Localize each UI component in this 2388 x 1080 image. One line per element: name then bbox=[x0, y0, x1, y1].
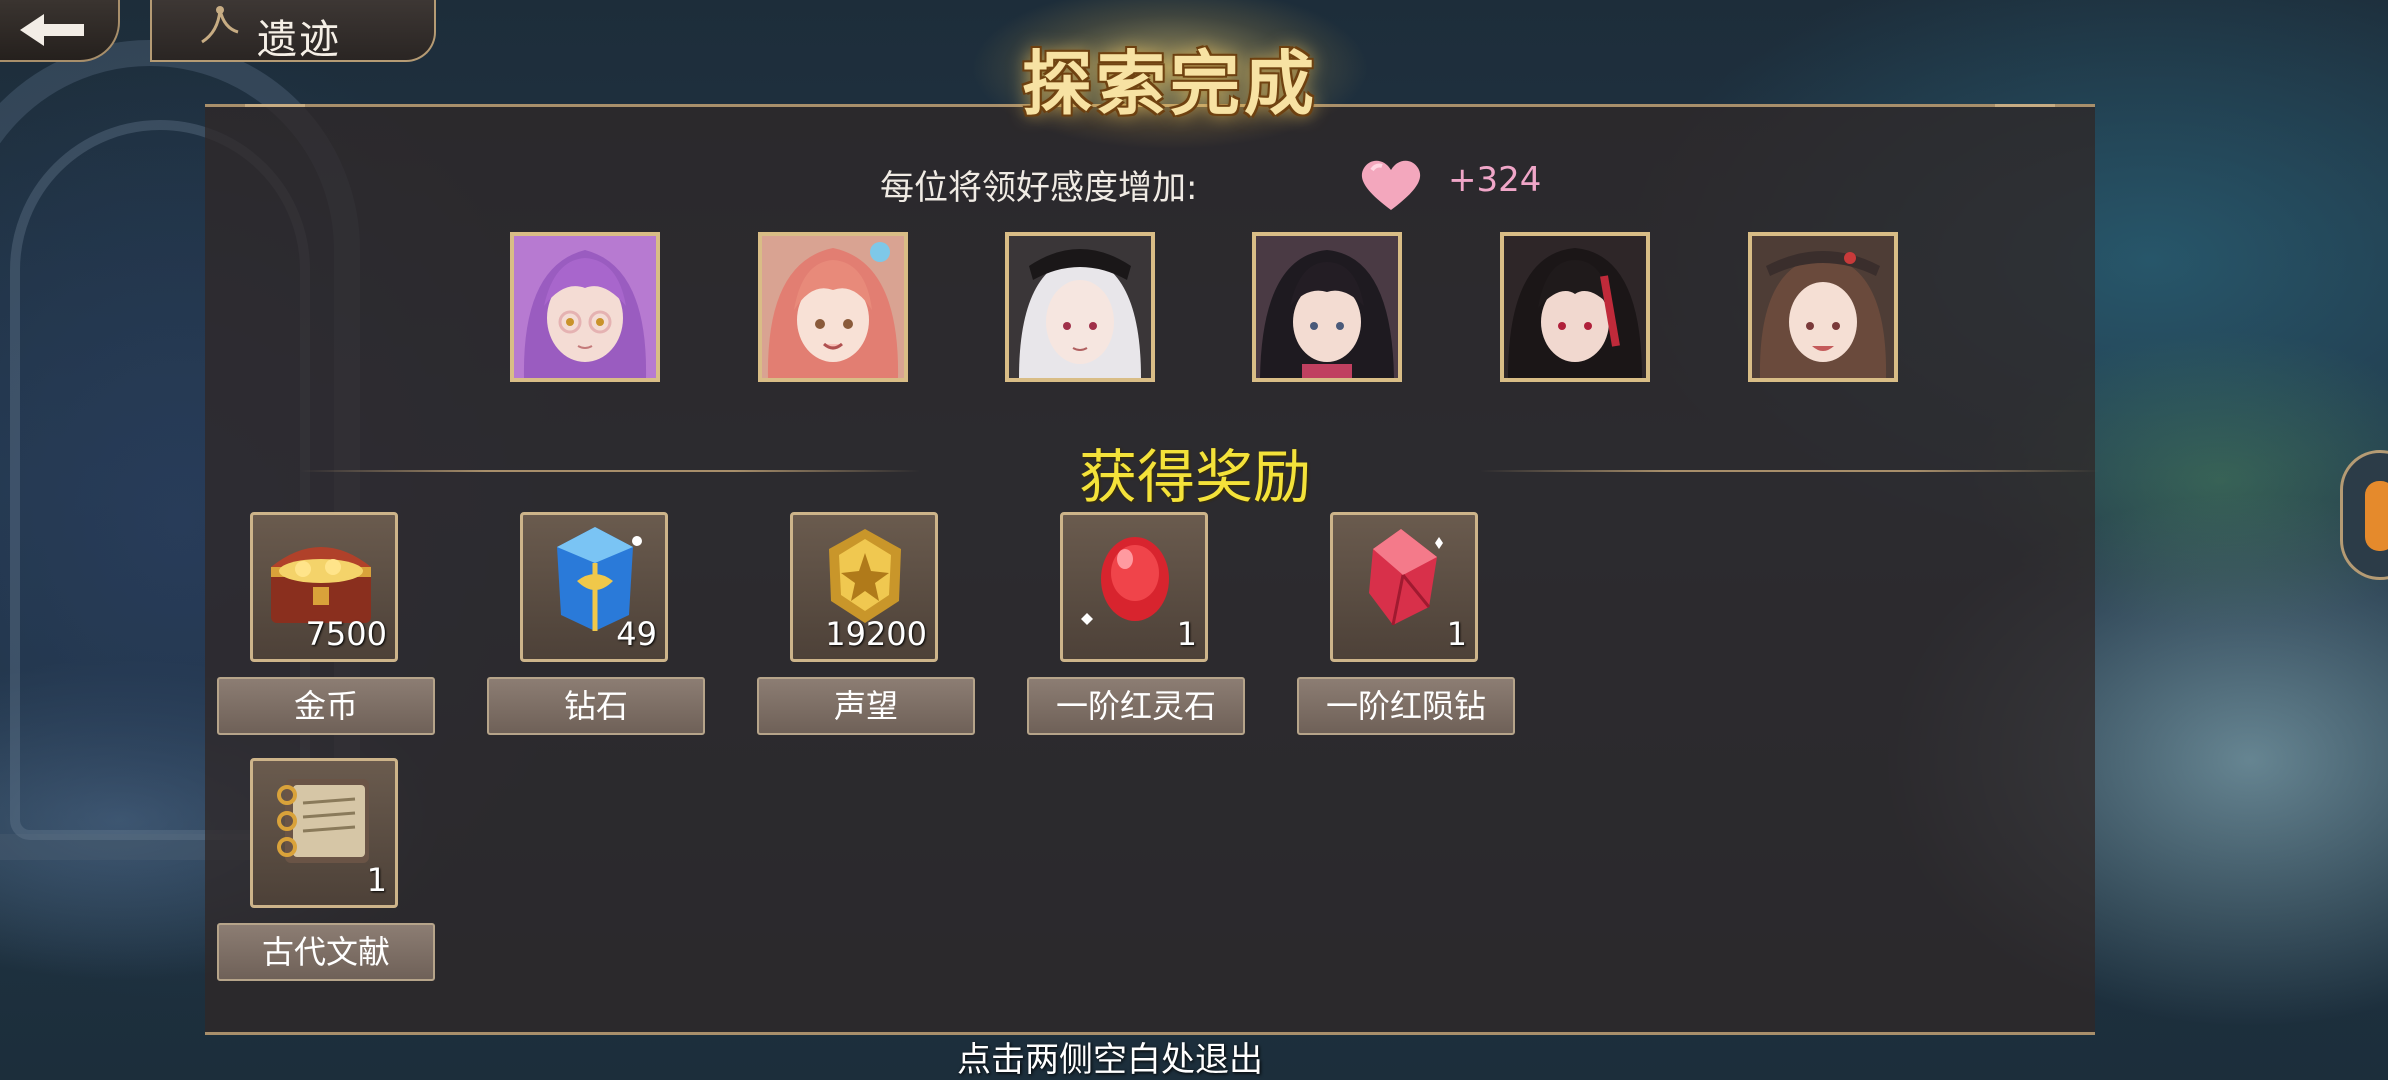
item-count: 1 bbox=[1446, 615, 1467, 653]
item-count: 19200 bbox=[825, 615, 927, 653]
divider-left bbox=[300, 470, 920, 472]
item-count: 7500 bbox=[305, 615, 387, 653]
panel-corner-ornament bbox=[245, 104, 305, 121]
item-label: 金币 bbox=[217, 677, 435, 735]
hero-portrait-2[interactable] bbox=[758, 232, 908, 382]
ornament-icon bbox=[201, 6, 239, 44]
item-count: 49 bbox=[616, 615, 657, 653]
exploration-complete-title: 探索完成 bbox=[1022, 43, 1318, 125]
reward-item-diamond[interactable]: 49 bbox=[520, 512, 668, 662]
item-label: 声望 bbox=[757, 677, 975, 735]
reward-item-red-meteor-diamond[interactable]: 1 bbox=[1330, 512, 1478, 662]
rewards-title: 获得奖励 bbox=[1078, 443, 1311, 511]
panel-corner-ornament bbox=[1995, 104, 2055, 121]
game-screen[interactable]: 遗迹 探索完成 每位将领好感度增加: +324 获得奖励 7500 金币 49 … bbox=[0, 0, 2388, 1080]
hero-portrait-5[interactable] bbox=[1500, 232, 1650, 382]
back-button[interactable] bbox=[0, 0, 120, 62]
item-count: 1 bbox=[1176, 615, 1197, 653]
hero-portrait-3[interactable] bbox=[1005, 232, 1155, 382]
hero-avatar bbox=[1504, 236, 1646, 378]
item-count: 1 bbox=[366, 861, 387, 899]
item-label: 一阶红陨钻 bbox=[1297, 677, 1515, 735]
reward-item-red-spirit-stone[interactable]: 1 bbox=[1060, 512, 1208, 662]
item-label: 古代文献 bbox=[217, 923, 435, 981]
reward-item-ancient-documents[interactable]: 1 bbox=[250, 758, 398, 908]
hero-portrait-1[interactable] bbox=[510, 232, 660, 382]
exit-hint: 点击两侧空白处退出 bbox=[957, 1040, 1263, 1080]
side-menu-tab[interactable] bbox=[2340, 450, 2388, 580]
hero-portrait-4[interactable] bbox=[1252, 232, 1402, 382]
item-label: 钻石 bbox=[487, 677, 705, 735]
back-arrow-icon bbox=[20, 14, 84, 46]
side-tab-icon bbox=[2365, 481, 2388, 551]
affinity-value: +324 bbox=[1448, 160, 1542, 200]
hero-avatar bbox=[1009, 236, 1151, 378]
heart-icon bbox=[1361, 160, 1421, 210]
affinity-label: 每位将领好感度增加: bbox=[880, 168, 1198, 208]
location-title: 遗迹 bbox=[257, 17, 341, 63]
location-title-tab: 遗迹 bbox=[150, 0, 436, 63]
hero-avatar bbox=[762, 236, 904, 378]
hero-avatar bbox=[1256, 236, 1398, 378]
reward-item-gold[interactable]: 7500 bbox=[250, 512, 398, 662]
hero-portrait-6[interactable] bbox=[1748, 232, 1898, 382]
hero-avatar bbox=[1752, 236, 1894, 378]
hero-avatar bbox=[514, 236, 656, 378]
item-label: 一阶红灵石 bbox=[1027, 677, 1245, 735]
divider-right bbox=[1480, 470, 2100, 472]
reward-item-reputation[interactable]: 19200 bbox=[790, 512, 938, 662]
